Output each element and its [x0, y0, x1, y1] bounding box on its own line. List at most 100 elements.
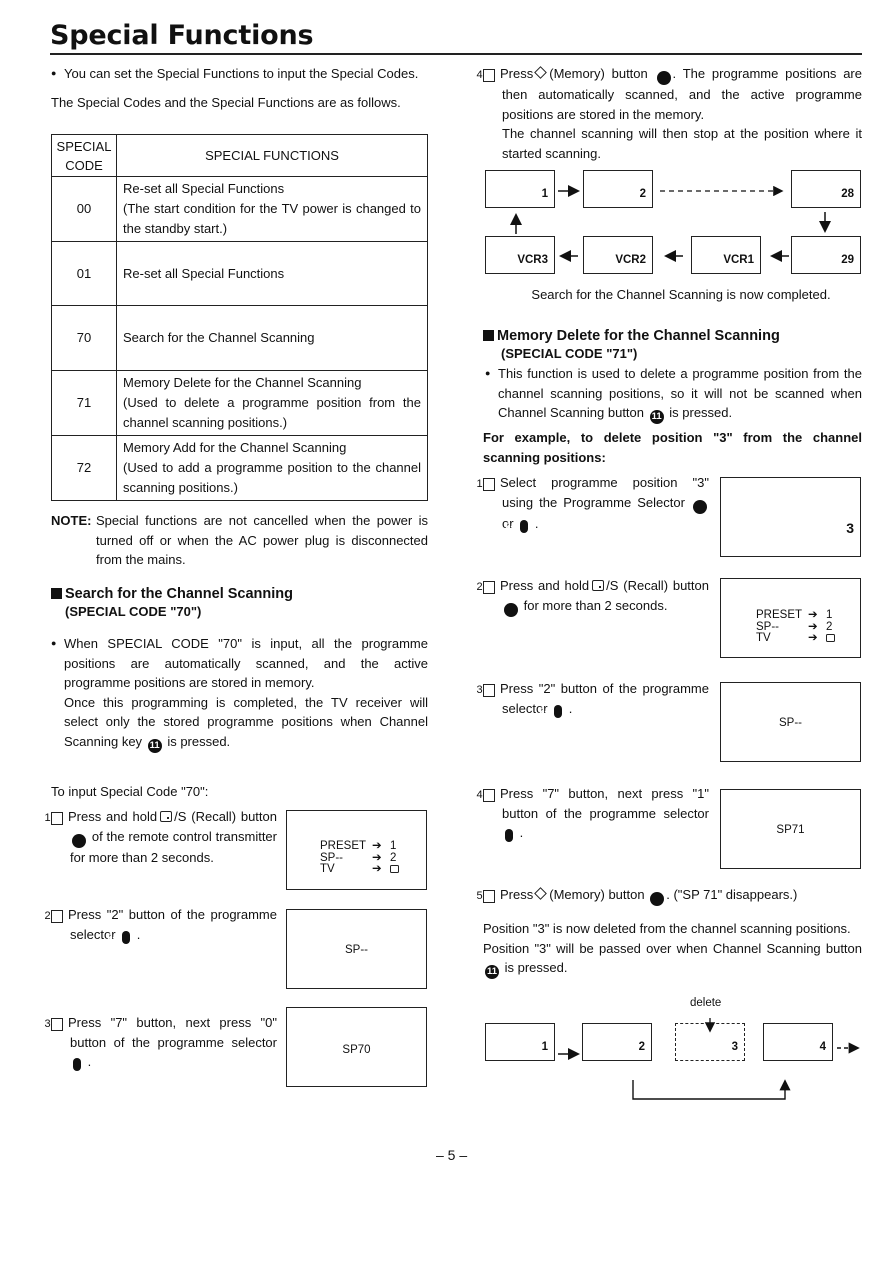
section70-subheading: (SPECIAL CODE "70") [65, 604, 202, 619]
section71-heading-text: Memory Delete for the Channel Scanning [497, 328, 780, 344]
arrow-right-icon: ➔ [808, 609, 818, 621]
section70-heading-text: Search for the Channel Scanning [65, 586, 294, 602]
programme-selector-badge: 2-1 [505, 519, 529, 533]
recall-icon [160, 811, 173, 822]
step-number: 1 [44, 812, 63, 825]
step-number: 4 [476, 789, 495, 802]
result-text-c: is pressed. [504, 960, 568, 976]
menu-key: PRESET [320, 840, 367, 852]
intro-bullet-text: You can set the Special Functions to inp… [64, 66, 419, 81]
intro-bullet: ● You can set the Special Functions to i… [51, 64, 444, 84]
table-row: 72 Memory Add for the Channel Scanning (… [51, 435, 428, 501]
tv-icon [826, 634, 835, 642]
s70-step-1: 1 Press and hold/S (Recall) button 6 of t… [44, 807, 277, 867]
step-text: . [534, 515, 539, 531]
screen-text: SP-- [345, 944, 368, 956]
s71-step-4: 4 Press "7" button, next press "1" button… [476, 784, 709, 843]
section70-heading: Search for the Channel Scanning [51, 586, 293, 603]
result-text: Position "3" is now deleted from the cha… [483, 921, 851, 936]
step-text: The channel scanning will then stop at t… [502, 126, 862, 161]
tv-screen-sp70: SP70 [286, 1007, 427, 1087]
flow-caption: Search for the Channel Scanning is now c… [531, 287, 831, 302]
section71-bullet-text-b: is pressed. [669, 405, 733, 421]
code-cell: 00 [51, 176, 117, 242]
step-number: 3 [476, 684, 495, 697]
square-bullet-icon [51, 588, 62, 599]
step-text: . [87, 1054, 92, 1070]
function-cell: Re-set all Special Functions (The start … [116, 176, 428, 242]
result-text-b: Position "3" will be passed over when Ch… [483, 940, 862, 956]
table-row: 00 Re-set all Special Functions (The sta… [51, 176, 428, 242]
title-divider [50, 53, 862, 55]
table-row: 70 Search for the Channel Scanning [51, 305, 428, 371]
button-11-badge: 11 [485, 965, 499, 980]
step-text: . [136, 926, 141, 942]
special-codes-table: SPECIAL CODE SPECIAL FUNCTIONS 00 Re-set… [51, 134, 428, 501]
skip-arrow-icon [632, 1079, 791, 1100]
step-text: Select programme position "3" using the … [500, 475, 709, 510]
button-7-badge: 7 [651, 71, 671, 85]
page-number: – 5 – [436, 1147, 468, 1163]
section70-bullet-text: When SPECIAL CODE "70" is input, all the… [64, 636, 428, 691]
section71-result: Position "3" is now deleted from the cha… [483, 919, 862, 980]
header-special-code: SPECIAL CODE [51, 134, 117, 177]
step-text: /S (Recall) button [174, 809, 277, 824]
tv-screen-sp-blank: SP-- [720, 682, 861, 762]
programme-selector-badge: 2-1 [539, 704, 563, 718]
s71-step-5: 5 Press (Memory) button 7. ("SP 71" disapp… [476, 885, 862, 906]
button-11-badge: 11 [649, 410, 664, 425]
step-number: 5 [476, 890, 495, 903]
screen-text: SP70 [342, 1044, 371, 1056]
step-text: (Memory) button [549, 887, 645, 902]
arrow-right-icon: ➔ [808, 632, 818, 644]
step-text: of the remote control transmitter for mo… [70, 828, 277, 865]
step-text: . [568, 700, 573, 716]
arrow-right-icon: ➔ [372, 840, 382, 852]
screen-text: 3 [846, 519, 854, 536]
header-special-functions: SPECIAL FUNCTIONS [116, 134, 428, 177]
step-number: 2 [44, 910, 63, 923]
tv-screen-position-3: 3 [720, 477, 861, 557]
menu-value: 2 [826, 620, 833, 633]
bullet-icon: ● [51, 638, 57, 648]
section71-example: For example, to delete position "3" from… [483, 430, 862, 465]
preset-menu: PRESET ➔ 1 SP-- ➔ 2 TV ➔ [320, 840, 399, 876]
tv-screen-menu: PRESET ➔ 1 SP-- ➔ 2 TV ➔ [286, 810, 427, 890]
step-number: 4 [476, 69, 495, 82]
menu-value: 1 [390, 840, 397, 852]
step-number: 1 [476, 478, 495, 491]
menu-value: 2 [390, 851, 397, 864]
function-cell: Memory Add for the Channel Scanning (Use… [116, 435, 428, 501]
s70-step-3: 3 Press "7" button, next press "0" button… [44, 1013, 277, 1072]
note-label: NOTE: [51, 513, 92, 528]
step-text: Press and hold [68, 809, 158, 824]
step-number: 2 [476, 581, 495, 594]
step-text: Press "2" button of the programme select… [68, 907, 277, 942]
step-text: /S (Recall) button [606, 578, 709, 593]
bullet-icon: ● [485, 368, 491, 378]
page-title: Special Functions [50, 20, 314, 51]
s70-step-4: 4 Press (Memory) button 7. The programme p… [476, 64, 862, 163]
step-text: Press "7" button, next press "1" button … [500, 786, 709, 821]
s71-step-1: 1 Select programme position "3" using the… [476, 473, 709, 533]
function-cell: Memory Delete for the Channel Scanning (… [116, 370, 428, 436]
tv-screen-sp-blank: SP-- [286, 909, 427, 989]
code-cell: 70 [51, 305, 117, 371]
menu-value: 1 [826, 609, 833, 621]
screen-text: SP-- [779, 717, 802, 729]
tv-icon [390, 865, 399, 873]
s71-step-3: 3 Press "2" button of the programme selec… [476, 679, 709, 718]
section71-heading: Memory Delete for the Channel Scanning [483, 328, 780, 345]
button-6-badge: 6 [499, 602, 518, 617]
input-code-label: To input Special Code "70": [51, 784, 209, 799]
table-row: 01 Re-set all Special Functions [51, 241, 428, 306]
step-text: Press [500, 66, 534, 81]
menu-key: PRESET [756, 609, 803, 621]
step-text: Press "7" button, next press "0" button … [68, 1015, 277, 1050]
flow-arrows [510, 185, 831, 262]
memory-diamond-icon [534, 887, 548, 900]
step-text: Press [500, 887, 534, 902]
section70-bullet-text-c: is pressed. [167, 733, 231, 749]
step-text: Press and hold [500, 578, 590, 593]
recall-icon [592, 580, 605, 591]
